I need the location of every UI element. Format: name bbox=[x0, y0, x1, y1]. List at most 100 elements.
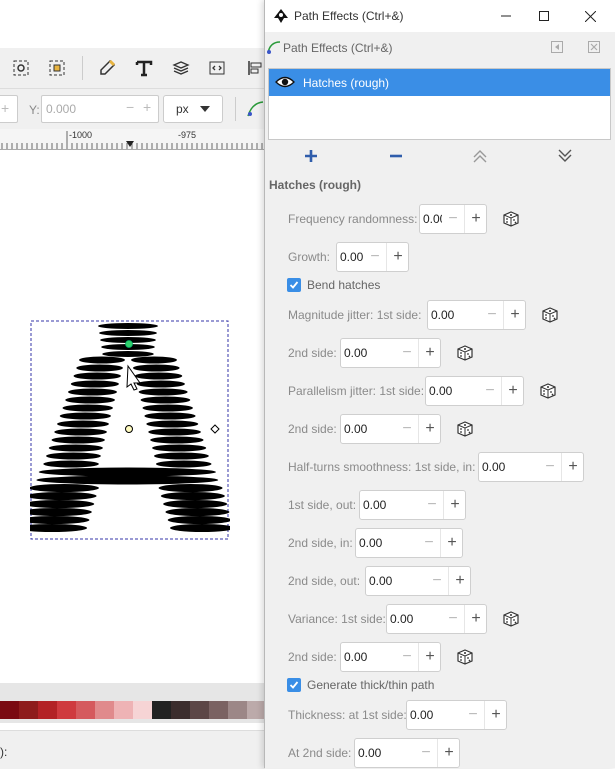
magnitude-jitter-1-input[interactable] bbox=[428, 301, 481, 329]
checkbox-checked-icon[interactable] bbox=[287, 678, 301, 692]
palette-swatch[interactable] bbox=[95, 701, 114, 719]
half-turns-2-in-decrement-button[interactable]: − bbox=[418, 529, 440, 557]
palette-swatch[interactable] bbox=[152, 701, 171, 719]
thickness-2-decrement-button[interactable]: − bbox=[415, 739, 437, 767]
canvas-area[interactable]: + Y: 0.000 − + px -1000 -975): bbox=[0, 0, 285, 769]
palette-swatch[interactable] bbox=[38, 701, 57, 719]
half-turns-1-out-decrement-button[interactable]: − bbox=[421, 491, 443, 519]
parallelism-jitter-2-spinbox[interactable]: −+ bbox=[340, 414, 441, 444]
knot-origin[interactable] bbox=[125, 425, 133, 433]
variance-1-randomize-dice-icon[interactable] bbox=[502, 610, 520, 628]
effect-list[interactable]: Hatches (rough) bbox=[268, 68, 611, 140]
half-turns-1-out-input[interactable] bbox=[360, 491, 421, 519]
half-turns-2-out-input[interactable] bbox=[366, 567, 426, 595]
add-effect-button[interactable] bbox=[300, 146, 322, 166]
knot-green[interactable] bbox=[125, 340, 133, 348]
frequency-randomness-increment-button[interactable]: + bbox=[464, 205, 487, 233]
remove-effect-button[interactable] bbox=[385, 146, 407, 166]
frequency-randomness-randomize-dice-icon[interactable] bbox=[502, 210, 520, 228]
unit-dropdown[interactable]: px bbox=[163, 95, 223, 123]
thickness-2-increment-button[interactable]: + bbox=[437, 739, 460, 767]
variance-2-increment-button[interactable]: + bbox=[418, 643, 441, 671]
magnitude-jitter-2-randomize-dice-icon[interactable] bbox=[456, 344, 474, 362]
palette-swatch[interactable] bbox=[76, 701, 95, 719]
variance-2-spinbox[interactable]: −+ bbox=[340, 642, 441, 672]
half-turns-2-out-spinbox[interactable]: −+ bbox=[365, 566, 471, 596]
panel-iconify-icon[interactable] bbox=[549, 39, 565, 55]
growth-spinbox[interactable]: −+ bbox=[336, 242, 409, 272]
thickness-2-input[interactable] bbox=[355, 739, 415, 767]
half-turns-2-in-increment-button[interactable]: + bbox=[440, 529, 463, 557]
growth-input[interactable] bbox=[337, 243, 364, 271]
frequency-randomness-spinbox[interactable]: −+ bbox=[419, 204, 487, 234]
palette-swatch[interactable] bbox=[171, 701, 190, 719]
palette-swatch[interactable] bbox=[19, 701, 38, 719]
xml-editor-icon[interactable] bbox=[207, 58, 227, 78]
magnitude-jitter-1-decrement-button[interactable]: − bbox=[481, 301, 503, 329]
variance-2-randomize-dice-icon[interactable] bbox=[456, 648, 474, 666]
align-distribute-icon[interactable] bbox=[245, 58, 265, 78]
snap-icon[interactable] bbox=[246, 99, 265, 118]
parallelism-jitter-1-randomize-dice-icon[interactable] bbox=[539, 382, 557, 400]
parallelism-jitter-2-input[interactable] bbox=[341, 415, 396, 443]
maximize-button[interactable] bbox=[522, 0, 566, 32]
fill-stroke-icon[interactable] bbox=[97, 58, 117, 78]
checkbox-checked-icon[interactable] bbox=[287, 278, 301, 292]
variance-2-decrement-button[interactable]: − bbox=[396, 643, 418, 671]
variance-2-input[interactable] bbox=[341, 643, 396, 671]
hatched-letter-a[interactable] bbox=[30, 320, 230, 542]
half-turns-2-in-spinbox[interactable]: −+ bbox=[355, 528, 463, 558]
palette-swatch[interactable] bbox=[133, 701, 152, 719]
half-turns-1-in-input[interactable] bbox=[479, 453, 539, 481]
zoom-selection-icon[interactable] bbox=[11, 58, 31, 78]
magnitude-jitter-2-decrement-button[interactable]: − bbox=[396, 339, 418, 367]
half-turns-2-out-increment-button[interactable]: + bbox=[448, 567, 471, 595]
magnitude-jitter-1-increment-button[interactable]: + bbox=[503, 301, 526, 329]
layers-icon[interactable] bbox=[171, 58, 191, 78]
visibility-eye-icon[interactable] bbox=[275, 75, 295, 89]
frequency-randomness-decrement-button[interactable]: − bbox=[442, 205, 464, 233]
move-down-button[interactable] bbox=[554, 146, 576, 166]
palette-swatch[interactable] bbox=[190, 701, 209, 719]
y-minus-button[interactable]: − bbox=[126, 99, 134, 115]
parallelism-jitter-2-randomize-dice-icon[interactable] bbox=[456, 420, 474, 438]
variance-1-input[interactable] bbox=[387, 605, 442, 633]
thickness-1-input[interactable] bbox=[407, 701, 462, 729]
palette-swatch[interactable] bbox=[228, 701, 247, 719]
knot-diamond[interactable] bbox=[210, 424, 220, 434]
parallelism-jitter-1-increment-button[interactable]: + bbox=[501, 377, 524, 405]
effect-item-hatches[interactable]: Hatches (rough) bbox=[269, 69, 610, 96]
palette-swatch[interactable] bbox=[114, 701, 133, 719]
zoom-drawing-icon[interactable] bbox=[47, 58, 67, 78]
panel-close-icon[interactable] bbox=[586, 39, 602, 55]
growth-decrement-button[interactable]: − bbox=[364, 243, 386, 271]
half-turns-1-out-spinbox[interactable]: −+ bbox=[359, 490, 466, 520]
magnitude-jitter-2-input[interactable] bbox=[341, 339, 396, 367]
variance-1-spinbox[interactable]: −+ bbox=[386, 604, 487, 634]
frequency-randomness-input[interactable] bbox=[420, 205, 442, 233]
magnitude-jitter-1-spinbox[interactable]: −+ bbox=[427, 300, 526, 330]
dialog-titlebar[interactable]: Path Effects (Ctrl+&) bbox=[265, 0, 615, 32]
parallelism-jitter-1-spinbox[interactable]: −+ bbox=[425, 376, 524, 406]
parallelism-jitter-1-decrement-button[interactable]: − bbox=[479, 377, 501, 405]
half-turns-1-in-spinbox[interactable]: −+ bbox=[478, 452, 584, 482]
palette-swatch[interactable] bbox=[57, 701, 76, 719]
variance-1-increment-button[interactable]: + bbox=[464, 605, 487, 633]
y-coordinate-field[interactable]: 0.000 − + bbox=[41, 95, 159, 123]
text-font-icon[interactable] bbox=[134, 58, 154, 78]
palette-swatch[interactable] bbox=[209, 701, 228, 719]
move-up-button[interactable] bbox=[469, 146, 491, 166]
thickness-1-decrement-button[interactable]: − bbox=[462, 701, 484, 729]
close-button[interactable] bbox=[568, 0, 612, 32]
parallelism-jitter-1-input[interactable] bbox=[426, 377, 479, 405]
x-stepper-partial[interactable]: + bbox=[0, 95, 18, 123]
half-turns-1-out-increment-button[interactable]: + bbox=[443, 491, 466, 519]
half-turns-2-in-input[interactable] bbox=[356, 529, 418, 557]
y-plus-button[interactable]: + bbox=[143, 99, 151, 115]
half-turns-1-in-increment-button[interactable]: + bbox=[561, 453, 584, 481]
magnitude-jitter-1-randomize-dice-icon[interactable] bbox=[541, 306, 559, 324]
palette-swatch[interactable] bbox=[0, 701, 19, 719]
variance-1-decrement-button[interactable]: − bbox=[442, 605, 464, 633]
thickness-2-spinbox[interactable]: −+ bbox=[354, 738, 460, 768]
thickness-1-increment-button[interactable]: + bbox=[484, 701, 507, 729]
